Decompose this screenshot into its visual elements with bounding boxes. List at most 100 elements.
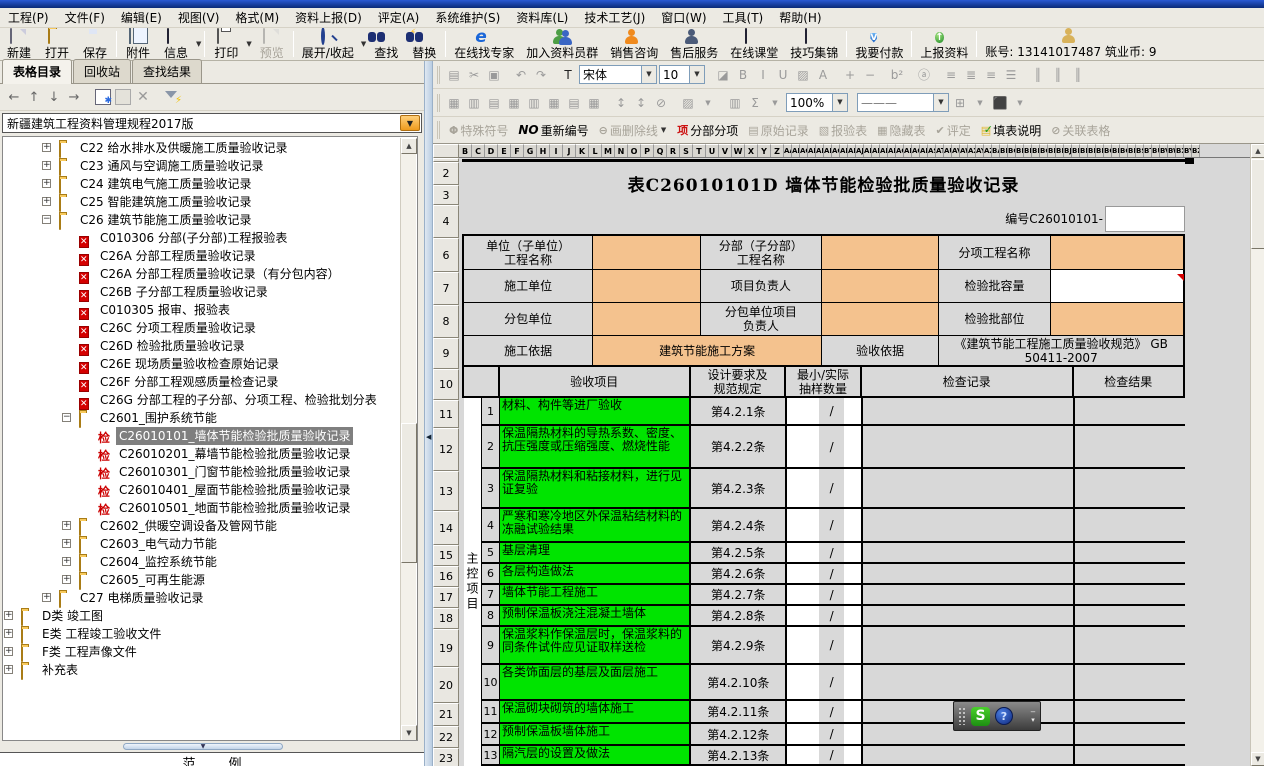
column-header[interactable]: BO bbox=[1104, 144, 1112, 157]
tree-expand-icon[interactable]: + bbox=[42, 197, 51, 206]
check-result-cell[interactable] bbox=[1075, 398, 1185, 426]
dropdown-arrow-icon[interactable]: ▼ bbox=[689, 66, 704, 83]
nav-right-icon[interactable]: → bbox=[66, 90, 82, 105]
column-header[interactable]: G bbox=[524, 144, 537, 157]
ime-drag-handle[interactable] bbox=[958, 707, 966, 725]
column-header[interactable]: AY bbox=[976, 144, 984, 157]
check-record-cell[interactable] bbox=[863, 627, 1075, 665]
column-header[interactable]: T bbox=[693, 144, 706, 157]
sheet-scroll-down-icon[interactable]: ▼ bbox=[1251, 752, 1264, 766]
expand-collapse-button[interactable]: 展开/收起 bbox=[296, 28, 360, 61]
replace-button[interactable]: ⚡替换 bbox=[405, 28, 443, 61]
column-header[interactable]: AW bbox=[960, 144, 968, 157]
fill-color-icon[interactable]: ⬛ bbox=[991, 94, 1009, 112]
copy-node-icon[interactable] bbox=[115, 89, 131, 105]
column-header[interactable]: AT bbox=[936, 144, 944, 157]
nav-left-icon[interactable]: ← bbox=[6, 90, 22, 105]
template-select-button[interactable]: ▼ bbox=[400, 115, 420, 131]
column-header[interactable]: AA bbox=[784, 144, 792, 157]
dropdown-arrow-icon[interactable]: ▼ bbox=[832, 94, 847, 111]
tree-scroll-thumb[interactable] bbox=[401, 423, 417, 563]
filter-icon[interactable]: ⚡ bbox=[164, 89, 180, 105]
table-2-icon[interactable]: ▥ bbox=[465, 94, 483, 112]
check-result-cell[interactable] bbox=[1075, 585, 1185, 606]
sheet-scrollbar[interactable]: ▲ ▼ bbox=[1250, 144, 1264, 766]
column-header[interactable]: AV bbox=[952, 144, 960, 157]
align-left-icon[interactable]: ≡ bbox=[942, 66, 960, 84]
table-1-icon[interactable]: ▦ bbox=[445, 94, 463, 112]
table-4-icon[interactable]: ▦ bbox=[505, 94, 523, 112]
template-select[interactable]: 新疆建筑工程资料管理规程2017版 ▼ bbox=[2, 113, 422, 133]
ime-help-icon[interactable]: ? bbox=[995, 707, 1013, 725]
info-value-cell[interactable] bbox=[593, 270, 700, 303]
tips-button[interactable]: 技巧集锦 bbox=[784, 28, 844, 61]
tree-item[interactable]: +C27 电梯质量验收记录 bbox=[3, 589, 401, 607]
hide-table-button[interactable]: ▦隐藏表 bbox=[873, 122, 929, 139]
column-header[interactable]: BQ bbox=[1120, 144, 1128, 157]
table-5-icon[interactable]: ▥ bbox=[525, 94, 543, 112]
tree-item[interactable]: ✕C26E 现场质量验收检查原始记录 bbox=[3, 355, 401, 373]
sheet-scroll-up-icon[interactable]: ▲ bbox=[1251, 144, 1264, 158]
align-right-icon[interactable]: ≡ bbox=[982, 66, 1000, 84]
column-header[interactable]: S bbox=[680, 144, 693, 157]
tree-item[interactable]: ✕C26A 分部工程质量验收记录 bbox=[3, 247, 401, 265]
online-expert-button[interactable]: e在线找专家 bbox=[448, 28, 520, 61]
tree-item[interactable]: 检C26010501_地面节能检验批质量验收记录 bbox=[3, 499, 401, 517]
splitter-collapse-left-icon[interactable]: ◀ bbox=[426, 433, 431, 441]
info-value-cell[interactable] bbox=[822, 303, 939, 336]
sample-quantity-cell[interactable]: / bbox=[787, 627, 863, 665]
row-header[interactable]: 10 bbox=[433, 369, 459, 400]
sample-quantity-cell[interactable]: / bbox=[787, 701, 863, 724]
menu-item-2[interactable]: 编辑(E) bbox=[113, 7, 170, 28]
tree-item[interactable]: ✕C26D 检验批质量验收记录 bbox=[3, 337, 401, 355]
column-header[interactable]: BT bbox=[1144, 144, 1152, 157]
info-value-cell[interactable] bbox=[1051, 270, 1183, 303]
copy-icon[interactable]: ▤ bbox=[445, 66, 463, 84]
tree-expand-icon[interactable]: + bbox=[42, 179, 51, 188]
menu-item-9[interactable]: 技术工艺(J) bbox=[576, 7, 653, 28]
info-value-cell[interactable] bbox=[593, 236, 700, 270]
classroom-button[interactable]: 在线课堂 bbox=[724, 28, 784, 61]
pay-button[interactable]: V我要付款 bbox=[849, 28, 909, 61]
sheet-corner-cell[interactable] bbox=[433, 144, 459, 158]
tree-item[interactable]: 检C26010301_门窗节能检验批质量验收记录 bbox=[3, 463, 401, 481]
tree-item[interactable]: 检C26010101_墙体节能检验批质量验收记录 bbox=[3, 427, 401, 445]
align-justify-icon[interactable]: ☰ bbox=[1002, 66, 1020, 84]
check-record-cell[interactable] bbox=[863, 606, 1075, 627]
column-header[interactable]: H bbox=[537, 144, 550, 157]
check-result-cell[interactable] bbox=[1075, 724, 1185, 746]
paste-icon[interactable]: ▣ bbox=[485, 66, 503, 84]
column-header[interactable]: BY bbox=[1184, 144, 1192, 157]
menu-item-8[interactable]: 资料库(L) bbox=[508, 7, 576, 28]
column-header[interactable]: E bbox=[498, 144, 511, 157]
check-result-cell[interactable] bbox=[1075, 509, 1185, 543]
tree-collapse-icon[interactable]: − bbox=[62, 413, 71, 422]
sample-quantity-cell[interactable]: / bbox=[787, 606, 863, 627]
tree-item[interactable]: +C2604_监控系统节能 bbox=[3, 553, 401, 571]
check-result-cell[interactable] bbox=[1075, 701, 1185, 724]
tree-item[interactable]: +C2605_可再生能源 bbox=[3, 571, 401, 589]
italic-icon[interactable]: I bbox=[754, 66, 772, 84]
tree-item[interactable]: +C25 智能建筑施工质量验收记录 bbox=[3, 193, 401, 211]
tree-expand-icon[interactable]: + bbox=[42, 593, 51, 602]
row-space-dec-icon[interactable]: ↕ bbox=[632, 94, 650, 112]
row-header[interactable]: 6 bbox=[433, 238, 459, 272]
column-header[interactable]: J bbox=[563, 144, 576, 157]
tree-item[interactable]: ✕C26C 分项工程质量验收记录 bbox=[3, 319, 401, 337]
column-header[interactable]: BJ bbox=[1064, 144, 1072, 157]
row-header[interactable]: 4 bbox=[433, 205, 459, 238]
column-header[interactable]: BB bbox=[1000, 144, 1008, 157]
column-header[interactable]: BC bbox=[1008, 144, 1016, 157]
check-record-cell[interactable] bbox=[863, 426, 1075, 469]
subitem-button[interactable]: 项分部分项 bbox=[673, 122, 742, 139]
tree-expand-icon[interactable]: + bbox=[4, 647, 13, 656]
fill-help-button[interactable]: ▤填表说明 bbox=[977, 122, 1045, 139]
linked-tables-button[interactable]: ⊘关联表格 bbox=[1047, 122, 1114, 139]
check-result-cell[interactable] bbox=[1075, 564, 1185, 585]
check-record-cell[interactable] bbox=[863, 469, 1075, 509]
tree-item[interactable]: ✕C010305 报审、报验表 bbox=[3, 301, 401, 319]
check-result-cell[interactable] bbox=[1075, 665, 1185, 701]
column-header[interactable]: BR bbox=[1128, 144, 1136, 157]
row-header[interactable]: 18 bbox=[433, 608, 459, 629]
sigma-icon[interactable]: Σ bbox=[746, 94, 764, 112]
